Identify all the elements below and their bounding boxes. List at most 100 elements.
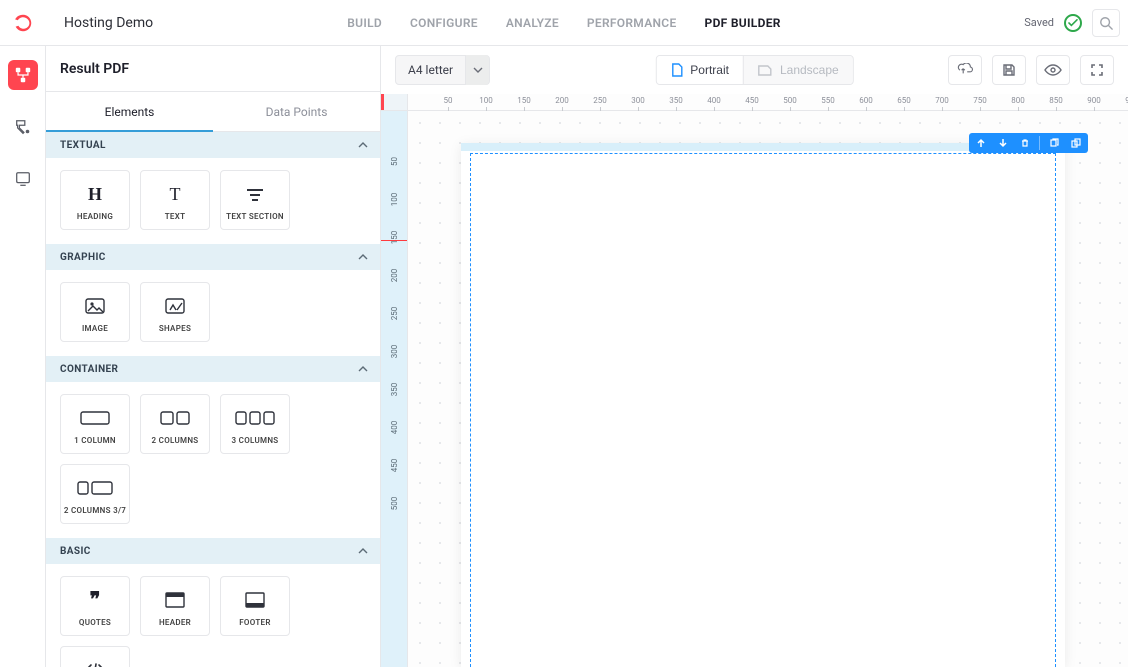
portrait-icon xyxy=(670,63,682,77)
tile-2-columns-37[interactable]: 2 COLUMNS 3/7 xyxy=(60,464,130,524)
section-head-container[interactable]: CONTAINER xyxy=(46,356,380,382)
duplicate-icon xyxy=(1071,138,1081,148)
tile-label: 3 COLUMNS xyxy=(232,436,279,445)
tile-3-columns[interactable]: 3 COLUMNS xyxy=(220,394,290,454)
left-rail xyxy=(0,46,46,667)
header-icon xyxy=(165,592,185,608)
landscape-icon xyxy=(758,64,772,76)
page-size-value: A4 letter xyxy=(396,63,465,77)
landscape-label: Landscape xyxy=(780,63,839,77)
tile-label: QUOTES xyxy=(79,618,111,627)
separator xyxy=(1039,136,1040,150)
move-up-button[interactable] xyxy=(973,135,989,151)
tile-header[interactable]: HEADER xyxy=(140,576,210,636)
tile-label: TEXT SECTION xyxy=(226,212,284,221)
fullscreen-button[interactable] xyxy=(1080,55,1114,85)
nav-analyze[interactable]: ANALYZE xyxy=(506,16,559,30)
tile-label: IMAGE xyxy=(82,324,108,333)
nav-performance[interactable]: PERFORMANCE xyxy=(587,16,677,30)
chevron-up-icon xyxy=(358,366,368,372)
quotes-icon: ❞ xyxy=(90,590,101,610)
device-icon xyxy=(14,170,32,188)
chevron-down-icon xyxy=(465,55,489,85)
text-icon: T xyxy=(170,185,181,203)
delete-button[interactable] xyxy=(1017,135,1033,151)
col1-icon xyxy=(80,410,110,426)
nav-pdf-builder[interactable]: PDF BUILDER xyxy=(705,16,781,30)
selection-toolbar xyxy=(969,133,1088,153)
tab-data-points[interactable]: Data Points xyxy=(213,92,380,131)
tile-label: 1 COLUMN xyxy=(74,436,116,445)
search-button[interactable] xyxy=(1092,9,1120,37)
tile-1-column[interactable]: 1 COLUMN xyxy=(60,394,130,454)
move-down-button[interactable] xyxy=(995,135,1011,151)
image-icon xyxy=(85,298,105,314)
section-head-graphic[interactable]: GRAPHIC xyxy=(46,244,380,270)
tile-label: TEXT xyxy=(165,212,186,221)
duplicate-button[interactable] xyxy=(1068,135,1084,151)
tab-elements[interactable]: Elements xyxy=(46,92,213,131)
fullscreen-icon xyxy=(1090,63,1104,77)
landscape-button[interactable]: Landscape xyxy=(743,56,853,84)
upload-icon xyxy=(956,63,974,77)
preview-button[interactable] xyxy=(1036,55,1070,85)
section-head-basic[interactable]: BASIC xyxy=(46,538,380,564)
panel-tabs: Elements Data Points xyxy=(46,92,380,132)
rail-builder-button[interactable] xyxy=(8,60,38,90)
trash-icon xyxy=(1020,138,1030,148)
tile-label: SHAPES xyxy=(159,324,191,333)
app-title: Hosting Demo xyxy=(64,15,153,31)
section-label: BASIC xyxy=(60,546,91,557)
chevron-up-icon xyxy=(358,142,368,148)
tile-custom-code[interactable]: CUSTOM CODE xyxy=(60,646,130,667)
saved-check-icon xyxy=(1064,14,1082,32)
save-button[interactable] xyxy=(992,55,1026,85)
saved-label: Saved xyxy=(1024,16,1054,29)
col2-icon xyxy=(160,410,190,426)
tile-label: 2 COLUMNS xyxy=(152,436,199,445)
tile-image[interactable]: IMAGE xyxy=(60,282,130,342)
tile-label: HEADER xyxy=(159,618,191,627)
tile-2-columns[interactable]: 2 COLUMNS xyxy=(140,394,210,454)
portrait-button[interactable]: Portrait xyxy=(656,56,743,84)
footer-icon xyxy=(245,592,265,608)
rail-theme-button[interactable] xyxy=(8,112,38,142)
workspace[interactable]: 5010015020025030035040045050055060065070… xyxy=(381,94,1128,667)
tile-text[interactable]: T TEXT xyxy=(140,170,210,230)
tile-quotes[interactable]: ❞ QUOTES xyxy=(60,576,130,636)
tile-footer[interactable]: FOOTER xyxy=(220,576,290,636)
canvas-tool-right xyxy=(948,55,1114,85)
tile-shapes[interactable]: SHAPES xyxy=(140,282,210,342)
rail-device-button[interactable] xyxy=(8,164,38,194)
preview-icon xyxy=(1044,64,1062,76)
section-head-textual[interactable]: TEXTUAL xyxy=(46,132,380,158)
tile-text-section[interactable]: TEXT SECTION xyxy=(220,170,290,230)
col37-icon xyxy=(77,480,113,496)
app-logo xyxy=(0,0,46,46)
save-icon xyxy=(1002,63,1016,77)
page-size-select[interactable]: A4 letter xyxy=(395,55,490,85)
dot-grid xyxy=(408,111,1128,667)
tile-label: HEADING xyxy=(77,212,113,221)
elements-panel: Result PDF Elements Data Points TEXTUAL … xyxy=(46,46,381,667)
nav-configure[interactable]: CONFIGURE xyxy=(410,16,478,30)
ruler-horizontal: 5010015020025030035040045050055060065070… xyxy=(408,94,1128,111)
canvas-area: A4 letter Portrait Landscape xyxy=(381,46,1128,667)
tile-row-textual: H HEADING T TEXT TEXT SECTION xyxy=(46,158,380,244)
copy-button[interactable] xyxy=(1046,135,1062,151)
shapes-icon xyxy=(165,298,185,314)
topbar: Hosting Demo BUILD CONFIGURE ANALYZE PER… xyxy=(0,0,1128,46)
main-nav: BUILD CONFIGURE ANALYZE PERFORMANCE PDF … xyxy=(347,16,781,30)
tile-label: 2 COLUMNS 3/7 xyxy=(64,506,126,515)
ruler-vertical: 50100150200250300350400450500 xyxy=(381,111,408,667)
tile-heading[interactable]: H HEADING xyxy=(60,170,130,230)
search-icon xyxy=(1099,16,1113,30)
upload-button[interactable] xyxy=(948,55,982,85)
nav-build[interactable]: BUILD xyxy=(347,16,382,30)
tile-row-basic: ❞ QUOTES HEADER FOOTER CUSTOM CODE xyxy=(46,564,380,667)
selected-element-outline[interactable] xyxy=(470,153,1056,667)
panel-scroll[interactable]: TEXTUAL H HEADING T TEXT TEXT SECTION GR… xyxy=(46,132,380,667)
copy-icon xyxy=(1049,138,1059,148)
arrow-up-icon xyxy=(976,138,986,148)
col3-icon xyxy=(235,410,275,426)
